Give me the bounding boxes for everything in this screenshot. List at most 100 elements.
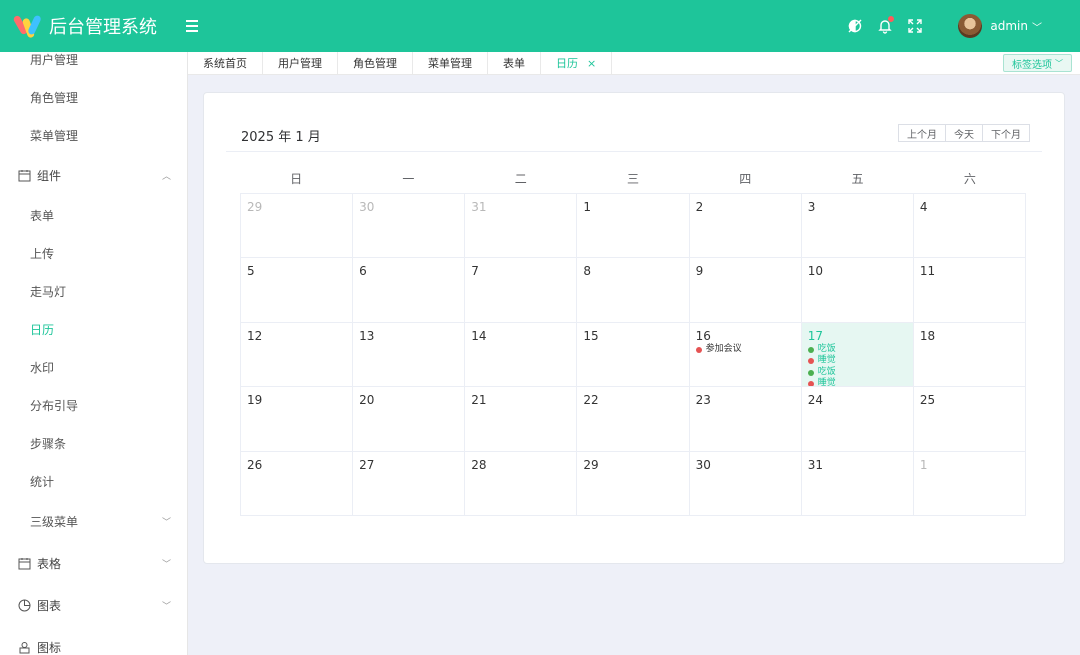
sidebar: 用户管理 角色管理 菜单管理 组件 ︿ 表单 上传 走马灯 日历 水印 分布引导… (0, 52, 188, 655)
calendar-day[interactable]: 13 (353, 322, 466, 388)
day-number: 31 (807, 457, 823, 472)
sidebar-item-label: 水印 (30, 360, 55, 375)
calendar-day[interactable]: 8 (577, 258, 690, 323)
sidebar-item-calendar[interactable]: 日历 (0, 310, 187, 348)
sidebar-item-steps[interactable]: 步骤条 (0, 424, 187, 462)
sidebar-item-users[interactable]: 用户管理 (0, 52, 187, 78)
notification-bell-icon[interactable] (870, 11, 900, 41)
calendar-day[interactable]: 10 (801, 258, 914, 323)
sidebar-group-components[interactable]: 组件 ︿ (0, 154, 187, 196)
day-number: 8 (583, 264, 592, 279)
calendar-day[interactable]: 29 (241, 194, 354, 259)
tab-users[interactable]: 用户管理 (263, 52, 338, 74)
tab-roles[interactable]: 角色管理 (338, 52, 413, 74)
calendar-event[interactable]: 吃饭 (807, 367, 907, 379)
sidebar-item-statistic[interactable]: 统计 (0, 462, 187, 500)
day-number: 25 (919, 393, 936, 408)
day-number: 1 (919, 457, 928, 472)
calendar-day-today[interactable]: 17 吃饭 睡觉 吃饭 睡觉 (801, 322, 914, 388)
day-number: 13 (359, 328, 375, 343)
calendar-day[interactable]: 19 (241, 387, 354, 452)
calendar-day[interactable]: 25 (913, 387, 1026, 452)
day-number: 15 (583, 328, 599, 343)
theme-toggle-icon[interactable] (840, 11, 870, 41)
event-dot-icon (695, 346, 702, 353)
calendar-day[interactable]: 24 (801, 387, 914, 452)
calendar-day[interactable]: 2 (689, 194, 802, 259)
tab-menus[interactable]: 菜单管理 (413, 52, 488, 74)
calendar-day[interactable]: 5 (241, 258, 354, 323)
calendar-day[interactable]: 4 (913, 194, 1026, 259)
day-number: 28 (471, 457, 487, 472)
calendar-day[interactable]: 29 (577, 451, 690, 516)
tab-options-button[interactable]: 标签选项 ﹀ (1003, 54, 1072, 72)
calendar-day[interactable]: 21 (465, 387, 578, 452)
calendar-event[interactable]: 睡觉 (807, 378, 907, 387)
weekday-label: 二 (514, 172, 527, 186)
sidebar-item-menus[interactable]: 菜单管理 (0, 116, 187, 154)
calendar-day[interactable]: 18 (913, 322, 1026, 388)
calendar-day[interactable]: 20 (353, 387, 466, 452)
calendar-day[interactable]: 3 (801, 194, 914, 259)
close-icon[interactable]: × (587, 57, 596, 70)
calendar-day[interactable]: 30 (353, 194, 466, 259)
calendar-day[interactable]: 1 (913, 451, 1026, 516)
day-number: 27 (359, 457, 375, 472)
app-logo[interactable]: 后台管理系统 (0, 13, 188, 39)
calendar-day[interactable]: 11 (913, 258, 1026, 323)
sidebar-submenu-level3[interactable]: 三级菜单 ﹀ (0, 500, 187, 542)
day-number: 4 (919, 200, 928, 214)
calendar-day[interactable]: 26 (241, 451, 354, 516)
calendar-day[interactable]: 1 (577, 194, 690, 259)
calendar-day[interactable]: 31 (801, 451, 914, 516)
day-number: 2 (695, 200, 704, 214)
sidebar-item-form[interactable]: 表单 (0, 196, 187, 234)
event-dot-icon (807, 346, 814, 353)
sidebar-item-roles[interactable]: 角色管理 (0, 78, 187, 116)
fullscreen-icon[interactable] (900, 11, 930, 41)
menu-toggle-icon[interactable] (186, 16, 206, 36)
sidebar-item-label: 日历 (30, 322, 55, 337)
sidebar-group-table[interactable]: 表格 ﹀ (0, 542, 187, 584)
tab-calendar[interactable]: 日历 × (541, 52, 613, 74)
sidebar-item-tour[interactable]: 分布引导 (0, 386, 187, 424)
calendar-day[interactable]: 30 (689, 451, 802, 516)
day-number: 12 (247, 328, 263, 343)
sidebar-item-label: 上传 (30, 246, 55, 261)
sidebar-item-upload[interactable]: 上传 (0, 234, 187, 272)
chevron-down-icon: ﹀ (1032, 22, 1042, 34)
tab-label: 菜单管理 (428, 57, 472, 70)
chevron-down-icon: ﹀ (161, 517, 171, 528)
next-month-button[interactable]: 下个月 (983, 124, 1030, 142)
calendar-day[interactable]: 22 (577, 387, 690, 452)
calendar-event[interactable]: 吃饭 (807, 344, 907, 356)
sidebar-item-label: 菜单管理 (30, 128, 79, 143)
calendar-event[interactable]: 睡觉 (807, 355, 907, 367)
sidebar-item-label: 分布引导 (30, 398, 79, 413)
sidebar-item-watermark[interactable]: 水印 (0, 348, 187, 386)
calendar-day[interactable]: 12 (241, 322, 354, 388)
day-number: 11 (919, 264, 936, 279)
calendar-day[interactable]: 23 (689, 387, 802, 452)
calendar-day[interactable]: 28 (465, 451, 578, 516)
calendar-day[interactable]: 15 (577, 322, 690, 388)
sidebar-group-charts[interactable]: 图表 ﹀ (0, 584, 187, 626)
today-button[interactable]: 今天 (946, 124, 983, 142)
tab-form[interactable]: 表单 (488, 52, 541, 74)
calendar-day[interactable]: 14 (465, 322, 578, 388)
calendar-day[interactable]: 27 (353, 451, 466, 516)
weekday-label: 五 (851, 172, 864, 186)
sidebar-group-icons[interactable]: 图标 (0, 626, 187, 655)
weekday-label: 日 (290, 172, 303, 186)
calendar-day[interactable]: 16 参加会议 (689, 322, 802, 388)
day-number: 19 (247, 393, 263, 408)
prev-month-button[interactable]: 上个月 (898, 124, 946, 142)
calendar-day[interactable]: 7 (465, 258, 578, 323)
calendar-event[interactable]: 参加会议 (695, 344, 795, 356)
calendar-day[interactable]: 9 (689, 258, 802, 323)
calendar-day[interactable]: 31 (465, 194, 578, 259)
tab-home[interactable]: 系统首页 (188, 52, 263, 74)
sidebar-item-carousel[interactable]: 走马灯 (0, 272, 187, 310)
user-menu[interactable]: admin ﹀ (958, 14, 1042, 38)
calendar-day[interactable]: 6 (353, 258, 466, 323)
